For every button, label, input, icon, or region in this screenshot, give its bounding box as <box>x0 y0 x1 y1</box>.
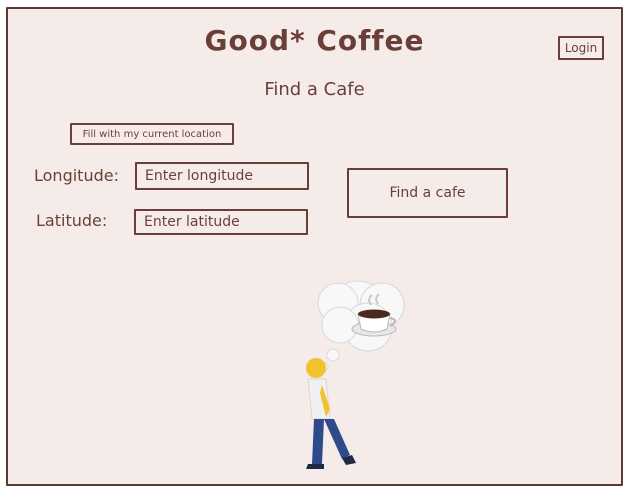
walking-person-illustration <box>306 280 405 469</box>
fill-location-button[interactable]: Fill with my current location <box>70 123 234 145</box>
longitude-placeholder: Enter longitude <box>145 168 253 184</box>
longitude-input[interactable]: Enter longitude <box>135 162 309 190</box>
page-subtitle: Find a Cafe <box>264 79 365 100</box>
app-title: Good* Coffee <box>204 24 425 57</box>
login-button[interactable]: Login <box>558 36 604 60</box>
app-frame: Good* Coffee Login Find a Cafe Fill with… <box>6 7 623 486</box>
fill-location-label: Fill with my current location <box>82 128 222 140</box>
find-cafe-button[interactable]: Find a cafe <box>347 168 508 218</box>
longitude-label: Longitude: <box>34 166 119 185</box>
latitude-input[interactable]: Enter latitude <box>134 209 308 235</box>
latitude-placeholder: Enter latitude <box>144 214 240 230</box>
latitude-label: Latitude: <box>36 211 108 230</box>
walking-person-icon <box>306 358 356 469</box>
login-button-label: Login <box>564 41 598 55</box>
find-cafe-label: Find a cafe <box>389 185 466 201</box>
